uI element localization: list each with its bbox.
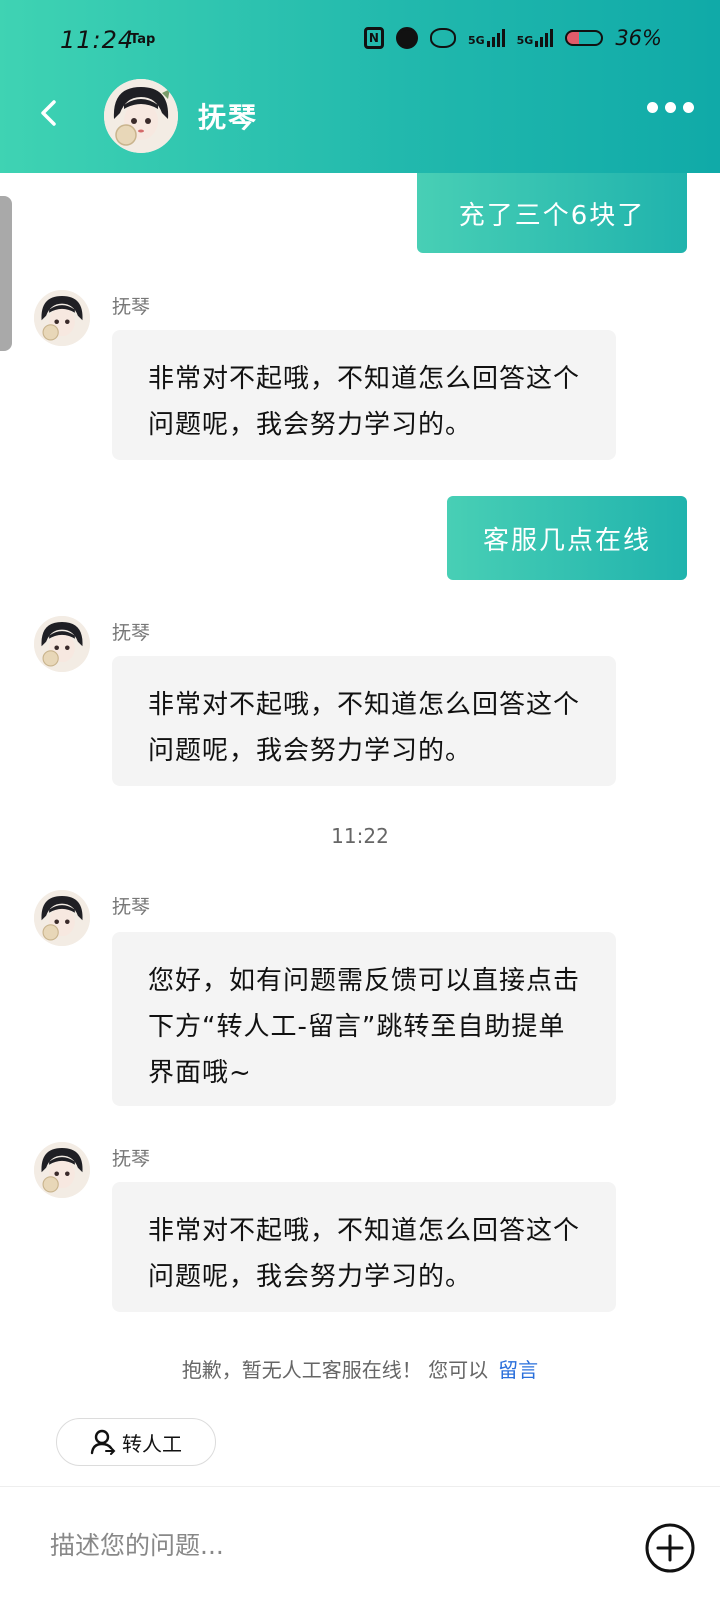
sender-name: 抚琴 <box>112 896 151 918</box>
more-options-button[interactable] <box>647 102 694 113</box>
sender-name: 抚琴 <box>112 1148 151 1170</box>
message-text: 非常对不起哦，不知道怎么回答这个问题呢，我会努力学习的。 <box>148 1216 581 1292</box>
transfer-label: 转人工 <box>122 1431 182 1456</box>
sender-name: 抚琴 <box>112 622 151 644</box>
cat-face-icon <box>429 28 456 48</box>
plus-circle-icon <box>645 1523 695 1573</box>
message-text: 您好，如有问题需反馈可以直接点击下方“转人工-留言”跳转至自助提单界面哦~ <box>148 966 581 1088</box>
dot-icon <box>647 102 658 113</box>
sender-name: 抚琴 <box>112 296 151 318</box>
signal-sim1-icon: 5G <box>468 29 505 47</box>
agent-avatar-small[interactable] <box>34 890 90 946</box>
signal-sim2-icon: 5G <box>517 29 554 47</box>
dot-icon <box>665 102 676 113</box>
status-icons: N 5G 5G 36% <box>363 26 662 50</box>
message-input[interactable]: 描述您的问题... <box>50 1526 224 1562</box>
agent-avatar-small[interactable] <box>34 616 90 672</box>
notice-text: 抱歉，暂无人工客服在线！ 您可以 <box>181 1358 489 1382</box>
incoming-message-bubble[interactable]: 非常对不起哦，不知道怎么回答这个问题呢，我会努力学习的。 <box>112 656 616 786</box>
outgoing-message-bubble[interactable]: 客服几点在线 <box>447 496 687 580</box>
add-attachment-button[interactable] <box>644 1522 696 1574</box>
agent-avatar[interactable] <box>104 79 178 153</box>
message-text: 非常对不起哦，不知道怎么回答这个问题呢，我会努力学习的。 <box>148 364 581 440</box>
agent-avatar-small[interactable] <box>34 1142 90 1198</box>
transfer-to-human-button[interactable]: 转人工 <box>56 1418 216 1466</box>
sim2-label: 5G <box>516 34 534 47</box>
alarm-icon <box>395 27 418 49</box>
incoming-message-bubble[interactable]: 非常对不起哦，不知道怎么回答这个问题呢，我会努力学习的。 <box>112 1182 616 1312</box>
message-text: 客服几点在线 <box>482 525 651 556</box>
dot-icon <box>683 102 694 113</box>
status-time: 11:24 <box>60 26 135 54</box>
message-text: 充了三个6块了 <box>458 200 646 231</box>
agent-avatar-small[interactable] <box>34 290 90 346</box>
incoming-message-bubble[interactable]: 您好，如有问题需反馈可以直接点击下方“转人工-留言”跳转至自助提单界面哦~ <box>112 932 616 1106</box>
battery-icon <box>565 30 604 46</box>
incoming-message-bubble[interactable]: 非常对不起哦，不知道怎么回答这个问题呢，我会努力学习的。 <box>112 330 616 460</box>
side-drawer-handle[interactable] <box>0 196 12 351</box>
chat-header: 11:24 Tap N 5G 5G 36% 抚琴 <box>0 0 720 173</box>
nfc-icon: N <box>363 27 384 49</box>
tap-app-icon: Tap <box>130 32 156 47</box>
leave-message-link[interactable]: 留言 <box>498 1358 538 1382</box>
status-bar: 11:24 Tap N 5G 5G 36% <box>0 0 720 80</box>
back-button[interactable] <box>34 98 64 128</box>
sim1-label: 5G <box>467 34 485 47</box>
message-text: 非常对不起哦，不知道怎么回答这个问题呢，我会努力学习的。 <box>148 690 581 766</box>
message-timestamp: 11:22 <box>331 824 389 848</box>
input-divider <box>0 1486 720 1487</box>
chat-title: 抚琴 <box>198 101 259 134</box>
chevron-left-icon <box>41 100 56 126</box>
person-icon <box>90 1429 116 1455</box>
no-agent-notice: 抱歉，暂无人工客服在线！ 您可以 留言 <box>0 1354 720 1383</box>
battery-percent: 36% <box>615 26 662 50</box>
outgoing-message-bubble[interactable]: 充了三个6块了 <box>417 173 687 253</box>
